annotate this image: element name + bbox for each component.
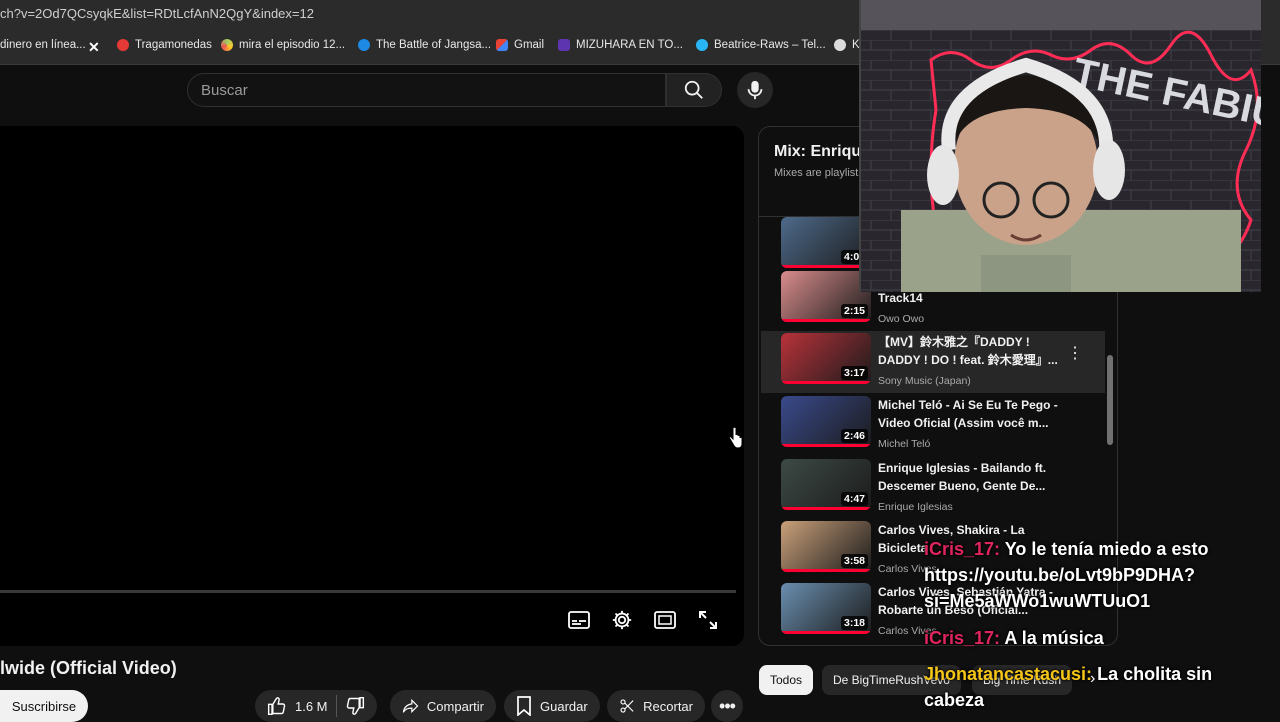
clip-label: Recortar [643,698,693,714]
thumbs-up-icon [267,697,286,716]
chat-message-text: A la música [1004,628,1104,648]
bookmark-tragamonedas[interactable]: Tragamonedas [117,39,212,51]
share-button[interactable]: Compartir [390,690,496,722]
watched-progress-bar [781,265,871,268]
gear-icon [612,610,632,630]
playlist-item[interactable]: 4:47 Enrique Iglesias - Bailando ft. Desc… [761,457,1105,519]
bookmark-beatrice[interactable]: Beatrice-Raws – Tel... [696,39,826,51]
tragamonedas-icon [117,39,129,51]
bookmark-gmail[interactable]: Gmail [496,39,544,51]
x-icon: ✕ [88,39,100,55]
playlist-item-channel: Sony Music (Japan) [878,375,971,387]
playlist-item-channel: Enrique Iglesias [878,501,953,513]
mizuhara-icon [558,39,570,51]
theater-mode-button[interactable] [653,608,677,632]
like-button[interactable]: 1.6 M [267,696,328,716]
playlist-item-channel: Michel Teló [878,438,931,450]
subtitles-button[interactable] [567,608,591,632]
streamer-webcam: THE FABIUS! [859,0,1261,292]
duration-badge: 2:15 [840,304,868,318]
search-icon [684,80,703,99]
more-horizontal-icon: ••• [719,695,736,716]
playlist-item-channel: Owo Owo [878,313,925,325]
chip-todos[interactable]: Todos [759,665,814,695]
search-placeholder: Buscar [201,82,248,99]
bookmark-k[interactable]: K [834,39,860,51]
playlist-item-thumbnail[interactable]: 2:15 [781,271,871,322]
voice-search-button[interactable] [737,72,773,108]
more-actions-button[interactable]: ••• [711,690,743,722]
k-icon [834,39,846,51]
thumbs-down-icon [346,696,364,715]
playlist-item-thumbnail[interactable]: 3:58 [781,521,871,572]
bookmark-x[interactable]: ✕ [88,39,100,56]
duration-badge: 2:46 [840,429,868,443]
dislike-button[interactable] [345,696,365,716]
watched-progress-bar [781,381,871,384]
playlist-item-title[interactable]: Michel Teló - Ai Se Eu Te Pego - Video O… [878,396,1060,432]
chat-message-3: Jhonatancastacusi: La cholita sin cabeza [924,661,1254,713]
chat-username: Jhonatancastacusi: [924,664,1093,684]
search-button[interactable] [666,73,722,107]
fullscreen-button[interactable] [696,608,720,632]
playlist-subtitle: Mixes are playlists [774,167,864,179]
watched-progress-bar [781,319,871,322]
watched-progress-bar [781,631,871,634]
playlist-item-title[interactable]: 【MV】鈴木雅之『DADDY ! DADDY ! DO ! feat. 鈴木愛理… [878,333,1060,369]
playlist-item[interactable]: 2:46 Michel Teló - Ai Se Eu Te Pego - Vid… [761,394,1105,456]
theater-mode-icon [654,611,676,629]
playlist-item-thumbnail[interactable]: 3:17 [781,333,871,384]
chat-message-1: iCris_17: Yo le tenía miedo a esto https… [924,536,1254,614]
settings-button[interactable] [610,608,634,632]
playlist-item-thumbnail[interactable]: 4:47 [781,459,871,510]
like-dislike-group: 1.6 M [255,690,377,722]
microphone-icon [747,80,763,100]
like-count: 1.6 M [295,698,328,714]
playlist-item-thumbnail[interactable]: 3:18 [781,583,871,634]
scissors-icon [620,699,634,713]
episode-icon [221,39,233,51]
more-vertical-icon[interactable]: ⋮ [1067,343,1083,363]
playlist-item-thumbnail[interactable]: 4:07 [781,217,871,268]
battle-icon [358,39,370,51]
watched-progress-bar [781,444,871,447]
bookmark-dinero[interactable]: dinero en línea... [0,39,86,51]
bookmark-icon [517,696,531,716]
gmail-icon [496,39,508,51]
search-input[interactable]: Buscar [187,73,666,107]
bookmark-episodio[interactable]: mira el episodio 12... [221,39,345,51]
share-icon [402,698,419,714]
clip-button[interactable]: Recortar [607,690,705,722]
playlist-title: Mix: Enriqu [774,143,862,160]
duration-badge: 3:58 [840,554,868,568]
webcam-image: THE FABIUS! [861,0,1261,292]
bookmark-mizuhara[interactable]: MIZUHARA EN TO... [558,39,683,51]
duration-badge: 3:18 [840,616,868,630]
telegram-icon [696,39,708,51]
watched-progress-bar [781,569,871,572]
video-player[interactable] [0,126,744,646]
video-progress-bar[interactable] [0,590,736,593]
fullscreen-icon [699,611,717,629]
save-label: Guardar [540,698,588,714]
duration-badge: 3:17 [840,366,868,380]
duration-badge: 4:47 [840,492,868,506]
watched-progress-bar [781,507,871,510]
chat-username: iCris_17: [924,628,1001,648]
url-text[interactable]: ch?v=2Od7QCsyqkE&list=RDtLcfAnN2QgY&inde… [0,6,314,21]
playlist-scrollbar[interactable] [1107,355,1113,445]
subscribe-button[interactable]: Suscribirse [0,690,88,722]
share-label: Compartir [426,698,484,714]
hand-cursor-icon [728,426,743,454]
chat-username: iCris_17: [924,539,1001,559]
playlist-item-title[interactable]: Enrique Iglesias - Bailando ft. Descemer… [878,459,1060,495]
like-divider [335,695,337,717]
video-title: lwide (Official Video) [0,658,177,678]
chat-message-2: iCris_17: A la música [924,625,1254,651]
subtitles-icon [568,611,590,629]
save-button[interactable]: Guardar [504,690,600,722]
bookmark-battle[interactable]: The Battle of Jangsa... [358,39,491,51]
playlist-item[interactable]: 3:17 【MV】鈴木雅之『DADDY ! DADDY ! DO ! feat. … [761,331,1105,393]
playlist-item-thumbnail[interactable]: 2:46 [781,396,871,447]
